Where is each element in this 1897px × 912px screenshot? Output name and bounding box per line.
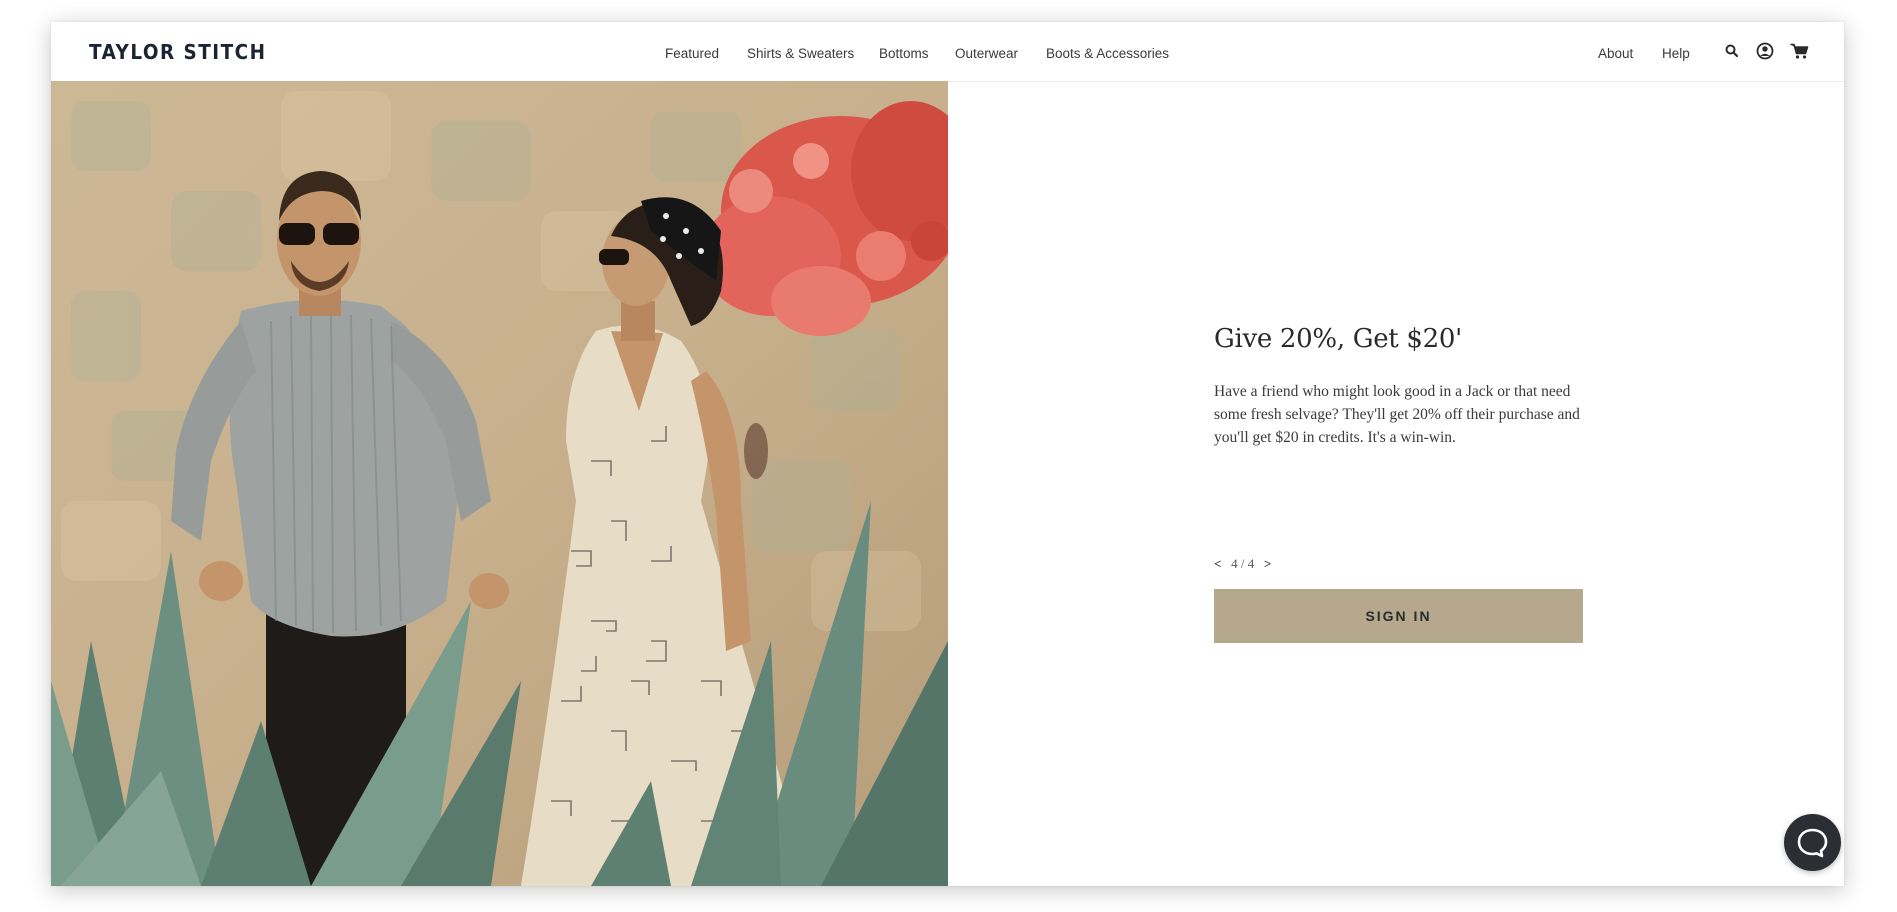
nav-boots-accessories[interactable]: Boots & Accessories bbox=[1046, 46, 1169, 61]
chat-bubble-icon bbox=[1797, 828, 1828, 858]
carousel-pager: < 4 / 4 > bbox=[1214, 556, 1271, 572]
cart-icon[interactable] bbox=[1789, 41, 1809, 61]
nav-shirts-sweaters[interactable]: Shirts & Sweaters bbox=[747, 46, 854, 61]
pager-next-button[interactable]: > bbox=[1264, 556, 1271, 571]
account-icon[interactable] bbox=[1755, 41, 1775, 61]
pager-prev-button[interactable]: < bbox=[1214, 556, 1221, 571]
nav-about[interactable]: About bbox=[1598, 46, 1633, 61]
search-icon[interactable] bbox=[1722, 41, 1742, 61]
hero-image bbox=[51, 81, 948, 886]
browser-page: TAYLOR STITCH Featured Shirts & Sweaters… bbox=[51, 22, 1844, 886]
pager-current: 4 bbox=[1231, 556, 1238, 571]
nav-outerwear[interactable]: Outerwear bbox=[955, 46, 1018, 61]
chat-button[interactable] bbox=[1784, 814, 1841, 871]
site-header: TAYLOR STITCH Featured Shirts & Sweaters… bbox=[51, 22, 1844, 82]
promo-title: Give 20%, Get $20' bbox=[1214, 324, 1462, 354]
site-logo[interactable]: TAYLOR STITCH bbox=[89, 40, 266, 64]
pager-separator: / bbox=[1240, 556, 1245, 571]
pager-total: 4 bbox=[1247, 556, 1255, 571]
sign-in-button[interactable]: SIGN IN bbox=[1214, 589, 1583, 643]
nav-featured[interactable]: Featured bbox=[665, 46, 719, 61]
nav-help[interactable]: Help bbox=[1662, 46, 1690, 61]
promo-body: Have a friend who might look good in a J… bbox=[1214, 383, 1580, 446]
nav-bottoms[interactable]: Bottoms bbox=[879, 46, 929, 61]
